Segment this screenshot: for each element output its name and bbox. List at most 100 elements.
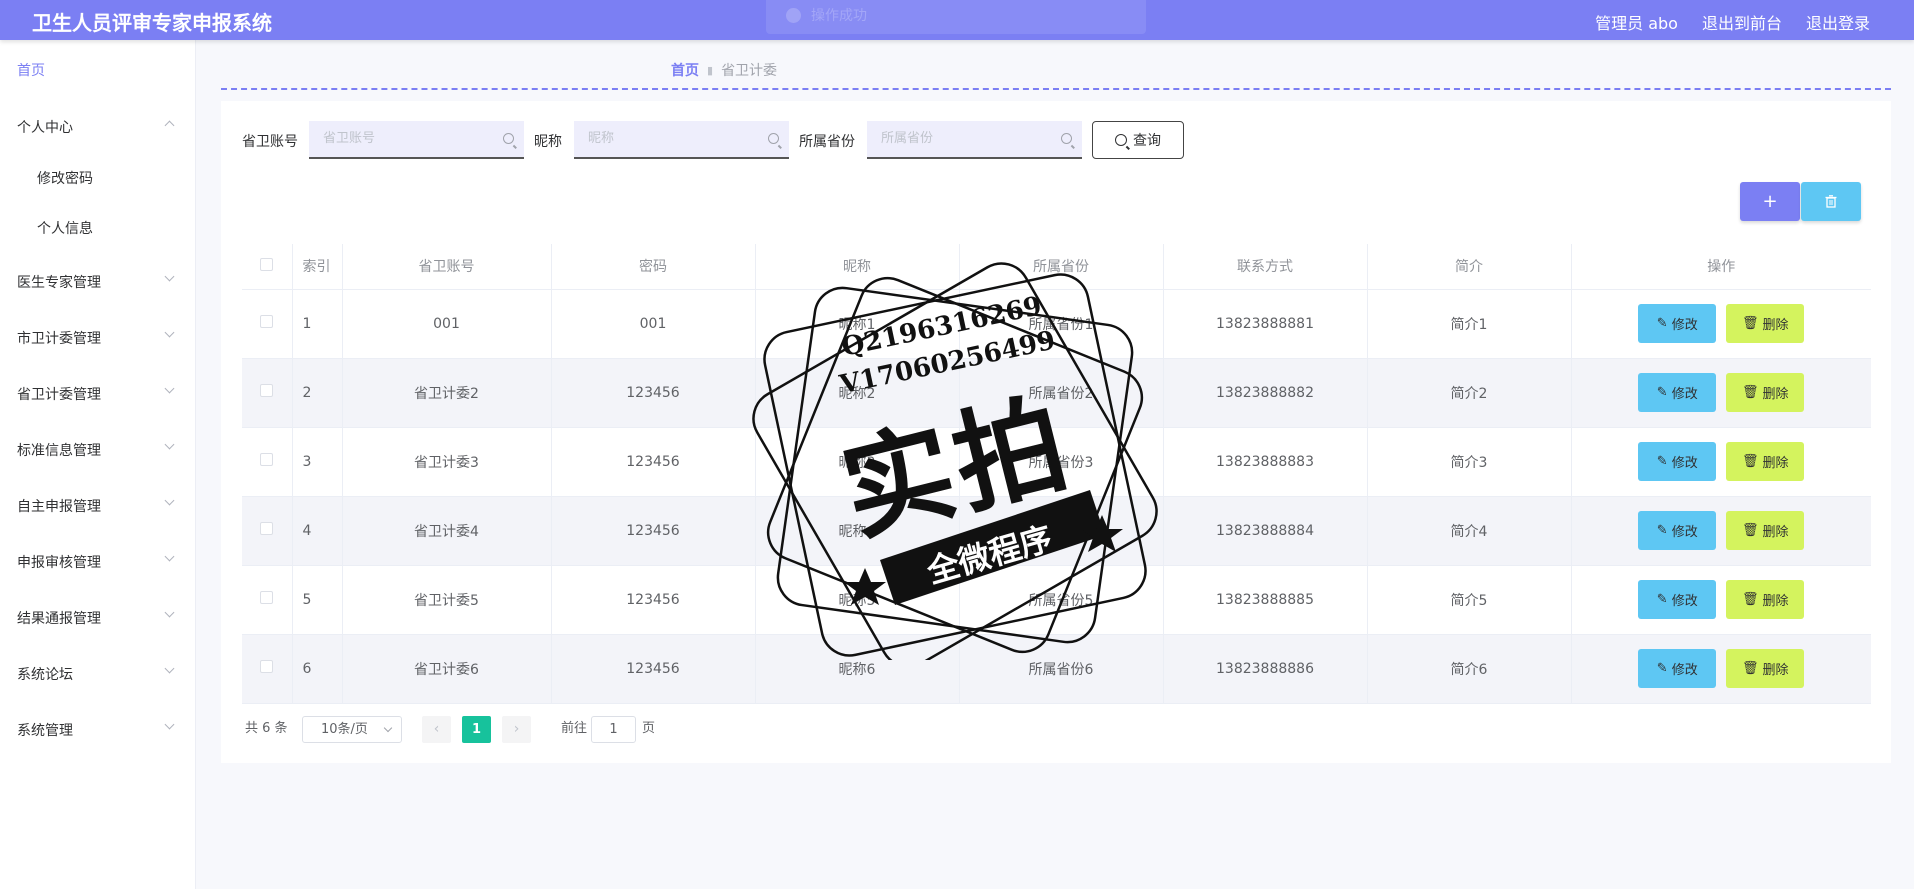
delete-button[interactable]: 🗑 删除 [1726,442,1805,481]
trash-icon: 🗑 [1741,385,1759,400]
delete-label: 删除 [1762,663,1789,678]
page-number-current[interactable]: 1 [462,716,491,743]
delete-button[interactable]: 🗑 删除 [1726,580,1805,619]
cell-actions: ✎ 修改 🗑 删除 [1571,358,1871,428]
prev-page-button[interactable]: ‹ [422,716,451,743]
delete-label: 删除 [1762,387,1789,402]
search-icon [503,133,514,144]
edit-label: 修改 [1671,318,1698,333]
table-row: 6 省卫计委6 123456 昵称6 所属省份6 13823888886 简介6 ✎ 修改 🗑 删除 [242,634,1871,704]
delete-button[interactable]: 🗑 删除 [1726,373,1805,412]
table-row: 5 省卫计委5 123456 昵称5 所属省份5 13823888885 简介5 ✎ 修改 🗑 删除 [242,565,1871,635]
sidebar-item-result-notice[interactable]: 结果通报管理 [17,608,101,628]
sidebar-item-doctor-expert[interactable]: 医生专家管理 [17,272,101,292]
row-checkbox[interactable] [260,522,274,535]
breadcrumb-home[interactable]: 首页 [671,60,699,80]
sidebar-item-self-declare[interactable]: 自主申报管理 [17,496,101,516]
nickname-search-input[interactable]: 昵称 [574,121,789,159]
cell-intro: 简介1 [1367,289,1572,359]
cell-actions: ✎ 修改 🗑 删除 [1571,565,1871,635]
goto-prefix: 前往 [561,721,588,736]
edit-button[interactable]: ✎ 修改 [1638,580,1717,619]
select-all-checkbox[interactable] [260,257,274,271]
batch-delete-button[interactable] [1801,182,1861,221]
account-search-input[interactable]: 省卫账号 [309,121,524,159]
cell-province: 所属省份1 [959,289,1164,359]
trash-icon: 🗑 [1741,454,1759,469]
cell-intro: 简介6 [1367,634,1572,704]
row-select-cell[interactable] [242,358,293,428]
col-header-actions: 操作 [1571,244,1871,290]
cell-actions: ✎ 修改 🗑 删除 [1571,289,1871,359]
table-row: 1 001 001 昵称1 所属省份1 13823888881 简介1 ✎ 修改 🗑 删除 [242,289,1871,359]
delete-button[interactable]: 🗑 删除 [1726,649,1805,688]
delete-button[interactable]: 🗑 删除 [1726,304,1805,343]
sidebar-item-declare-review[interactable]: 申报审核管理 [17,552,101,572]
goto-page-input[interactable]: 1 [591,716,636,743]
cell-actions: ✎ 修改 🗑 删除 [1571,634,1871,704]
cell-province: 所属省份6 [959,634,1164,704]
admin-label: 管理员 abo [1595,14,1678,33]
pencil-icon: ✎ [1656,661,1668,676]
total-count: 共 6 条 [245,721,288,736]
row-checkbox[interactable] [260,384,274,397]
row-checkbox[interactable] [260,660,274,673]
row-select-cell[interactable] [242,496,293,566]
back-to-front-link[interactable]: 退出到前台 [1702,10,1782,34]
sidebar-item-personal-center[interactable]: 个人中心 [17,117,73,137]
row-select-cell[interactable] [242,634,293,704]
trash-icon: 🗑 [1741,661,1759,676]
cell-account: 省卫计委5 [342,565,552,635]
edit-label: 修改 [1671,387,1698,402]
sidebar-item-change-password[interactable]: 修改密码 [37,168,93,188]
row-checkbox[interactable] [260,315,274,328]
row-select-cell[interactable] [242,427,293,497]
col-header-intro: 简介 [1367,244,1572,290]
cell-nickname: 昵称3 [755,427,960,497]
edit-button[interactable]: ✎ 修改 [1638,442,1717,481]
next-page-button[interactable]: › [502,716,531,743]
edit-button[interactable]: ✎ 修改 [1638,649,1717,688]
cell-actions: ✎ 修改 🗑 删除 [1571,496,1871,566]
add-button[interactable]: + [1740,182,1800,221]
chevron-down-icon [164,663,175,674]
query-button[interactable]: 查询 [1092,121,1184,159]
cell-idx: 1 [292,289,343,359]
chevron-down-icon [164,327,175,338]
account-placeholder: 省卫账号 [323,131,376,146]
data-table: 索引 省卫账号 密码 昵称 所属省份 联系方式 简介 操作 1 001 001 昵称1… [242,244,1871,704]
sidebar-item-forum[interactable]: 系统论坛 [17,664,73,684]
edit-button[interactable]: ✎ 修改 [1638,304,1717,343]
row-select-cell[interactable] [242,289,293,359]
sidebar-item-home[interactable]: 首页 [17,60,45,80]
edit-button[interactable]: ✎ 修改 [1638,373,1717,412]
chevron-down-icon [164,383,175,394]
cell-account: 省卫计委2 [342,358,552,428]
cell-password: 123456 [551,496,756,566]
select-all-cell[interactable] [242,244,293,290]
cell-password: 123456 [551,358,756,428]
edit-label: 修改 [1671,663,1698,678]
edit-button[interactable]: ✎ 修改 [1638,511,1717,550]
sidebar-item-personal-info[interactable]: 个人信息 [37,218,93,238]
sidebar-item-province-commission[interactable]: 省卫计委管理 [17,384,101,404]
sidebar-item-system[interactable]: 系统管理 [17,720,73,740]
chevron-down-icon [164,719,175,730]
row-checkbox[interactable] [260,453,274,466]
logout-link[interactable]: 退出登录 [1806,10,1870,34]
check-circle-icon [786,7,801,23]
sidebar-item-city-commission[interactable]: 市卫计委管理 [17,328,101,348]
pencil-icon: ✎ [1656,316,1668,331]
province-search-input[interactable]: 所属省份 [867,121,1082,159]
row-checkbox[interactable] [260,591,274,604]
page-size-select[interactable]: 10条/页 [302,716,402,743]
delete-button[interactable]: 🗑 删除 [1726,511,1805,550]
cell-province: 所属省份2 [959,358,1164,428]
cell-intro: 简介4 [1367,496,1572,566]
plus-icon: + [1762,191,1778,212]
delete-label: 删除 [1762,318,1789,333]
sidebar: 首页 个人中心 修改密码 个人信息 医生专家管理 市卫计委管理 省卫计委管理 标… [0,40,196,889]
cell-nickname: 昵称2 [755,358,960,428]
sidebar-item-standard-info[interactable]: 标准信息管理 [17,440,101,460]
row-select-cell[interactable] [242,565,293,635]
